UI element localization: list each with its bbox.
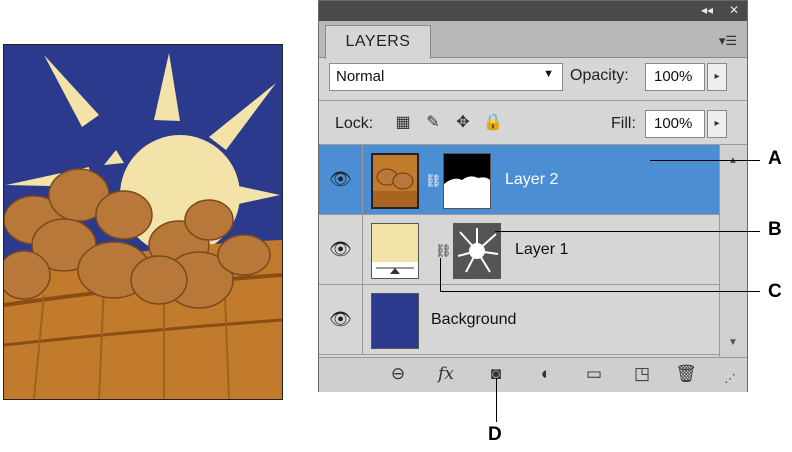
layer-name[interactable]: Layer 1	[515, 241, 568, 259]
opacity-label[interactable]: Opacity:	[570, 67, 629, 85]
layer-mask-thumbnail[interactable]	[443, 153, 491, 209]
blend-mode-value: Normal	[336, 68, 385, 85]
lock-transparent-pixels-icon[interactable]: ▦	[393, 113, 413, 133]
callout-line-c	[440, 291, 760, 292]
layer-row-background[interactable]: 👁 Background	[319, 285, 719, 355]
new-layer-icon[interactable]: ◳	[629, 364, 655, 384]
layers-list: 👁 ⛓ Layer 2 👁 ⛓ Layer 1 👁 Background	[319, 145, 719, 357]
new-group-icon[interactable]: ▭	[581, 364, 607, 384]
opacity-slider-button[interactable]: ▸	[707, 63, 727, 91]
fill-field[interactable]: 100%	[645, 110, 705, 138]
visibility-eye-icon[interactable]: 👁	[319, 285, 363, 354]
link-layers-icon[interactable]: ⊖	[385, 364, 411, 384]
vector-mask-thumbnail[interactable]	[453, 223, 501, 279]
trash-icon[interactable]: 🗑	[673, 364, 699, 384]
lock-image-pixels-icon[interactable]: ✎	[423, 113, 443, 133]
lock-position-icon[interactable]: ✥	[453, 113, 473, 133]
adjustment-layer-icon[interactable]: ◐	[533, 364, 559, 384]
panel-title-strip: ◂◂ ✕	[319, 1, 747, 21]
panel-menu-icon[interactable]: ▾☰	[719, 33, 737, 49]
callout-label-c: C	[768, 281, 782, 302]
visibility-eye-icon[interactable]: 👁	[319, 145, 363, 214]
chevron-down-icon: ▼	[543, 68, 554, 80]
lock-all-icon[interactable]: 🔒	[483, 113, 503, 133]
link-icon[interactable]: ⛓	[425, 173, 442, 189]
scroll-down-icon[interactable]: ▼	[728, 337, 738, 348]
callout-label-b: B	[768, 219, 782, 240]
callout-line-b	[495, 231, 760, 232]
callout-line-c-vertical	[440, 258, 441, 292]
tab-layers[interactable]: LAYERS	[325, 25, 431, 59]
fill-label[interactable]: Fill:	[611, 115, 636, 133]
callout-label-a: A	[768, 148, 782, 169]
visibility-eye-icon[interactable]: 👁	[319, 215, 363, 284]
blend-mode-select[interactable]: Normal ▼	[329, 63, 563, 91]
layer-row-layer-1[interactable]: 👁 ⛓ Layer 1	[319, 215, 719, 285]
callout-line-a	[650, 160, 760, 161]
layer-row-layer-2[interactable]: 👁 ⛓ Layer 2	[319, 145, 719, 215]
scrollbar[interactable]: ▲ ▼	[719, 145, 747, 357]
link-icon[interactable]: ⛓	[435, 243, 452, 259]
collapse-icon[interactable]: ◂◂	[701, 3, 713, 17]
panel-bottom-toolbar: ⊖ fx ◙ ◐ ▭ ◳ 🗑 ⋰	[319, 357, 747, 392]
illustration-image	[3, 44, 283, 400]
callout-label-d: D	[488, 424, 502, 445]
resize-grip-icon[interactable]: ⋰	[717, 372, 743, 385]
layers-panel: ◂◂ ✕ LAYERS ▾☰ Normal ▼ Opacity: 100% ▸ …	[318, 0, 748, 392]
divider	[319, 100, 747, 101]
close-icon[interactable]: ✕	[729, 3, 739, 17]
opacity-field[interactable]: 100%	[645, 63, 705, 91]
callout-line-d	[496, 378, 497, 422]
layer-name[interactable]: Layer 2	[505, 171, 558, 189]
lock-label: Lock:	[335, 115, 374, 132]
layer-thumbnail[interactable]	[371, 293, 419, 349]
layer-thumbnail[interactable]	[371, 153, 419, 209]
layer-thumbnail[interactable]	[371, 223, 419, 279]
fx-icon[interactable]: fx	[433, 364, 459, 384]
fill-slider-button[interactable]: ▸	[707, 110, 727, 138]
layer-name[interactable]: Background	[431, 311, 516, 329]
